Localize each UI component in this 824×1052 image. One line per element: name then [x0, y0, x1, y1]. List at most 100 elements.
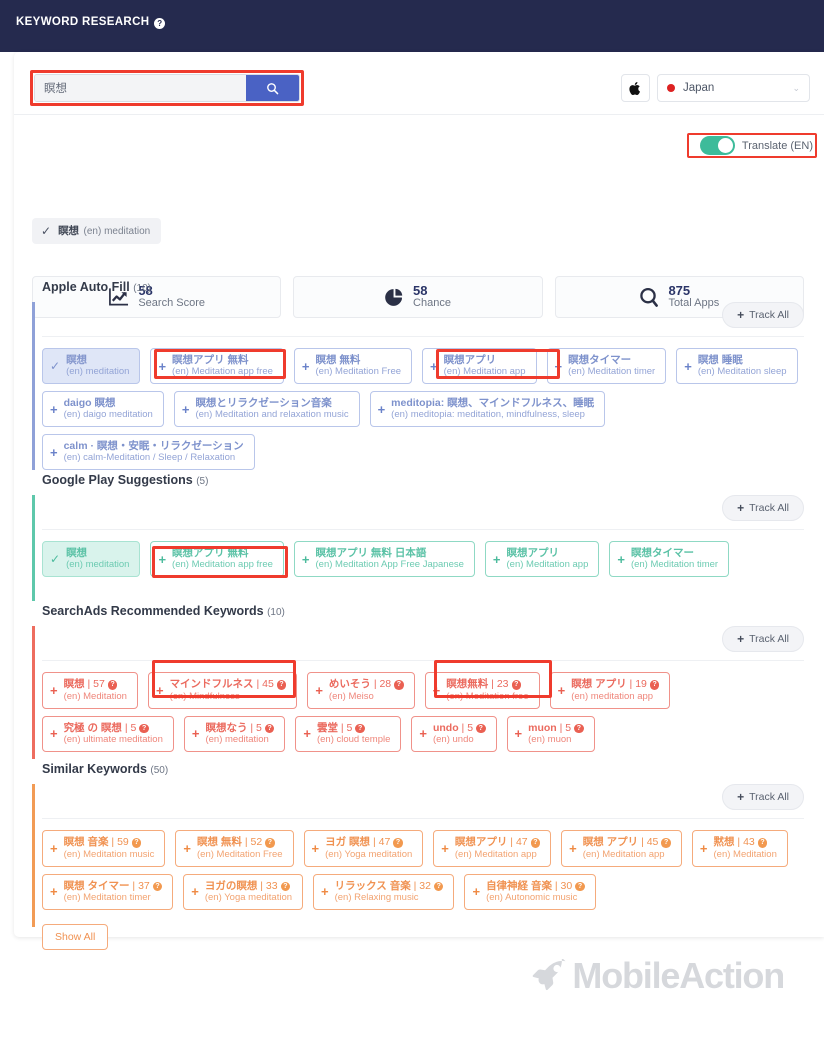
plus-icon: +	[432, 682, 441, 698]
keyword-chip[interactable]: + 瞑想アプリ | 47? (en) Meditation app	[433, 830, 552, 867]
keyword-chip[interactable]: + ヨガ 瞑想 | 47? (en) Yoga meditation	[303, 830, 424, 867]
help-icon[interactable]: ?	[649, 680, 660, 690]
keyword-chip[interactable]: + 瞑想アプリ 無料 (en) Meditation app free	[150, 541, 284, 577]
keyword-chip[interactable]: + 瞑想 タイマー | 37? (en) Meditation timer	[42, 873, 174, 910]
keyword-chip[interactable]: + リラックス 音楽 | 32? (en) Relaxing music	[313, 873, 455, 910]
plus-icon: +	[50, 401, 58, 417]
help-icon[interactable]: ?	[131, 838, 142, 848]
chip-score: | 32	[410, 879, 431, 892]
plus-icon: +	[737, 501, 745, 515]
keyword-chip[interactable]: + calm · 瞑想・安眠・リラクゼーション (en) calm-Medita…	[42, 434, 255, 470]
keyword-chip[interactable]: + 瞑想とリラクゼーション音楽 (en) Meditation and rela…	[173, 391, 360, 427]
keyword-chip[interactable]: + 黙想 | 43? (en) Meditation	[691, 830, 788, 867]
chip-score: | 45	[638, 836, 659, 848]
plus-icon: +	[441, 840, 449, 856]
chip-jp: 黙想	[713, 836, 735, 848]
keyword-chip[interactable]: + meditopia: 瞑想、マインドフルネス、睡眠 (en) meditop…	[369, 391, 606, 427]
keyword-chip[interactable]: + 瞑想タイマー (en) Meditation timer	[546, 348, 667, 384]
chip-en: (en) Meditation free	[446, 690, 529, 702]
keyword-chip[interactable]: + 雲堂 | 5? (en) cloud temple	[295, 715, 402, 752]
show-all-button[interactable]: Show All	[42, 924, 109, 950]
chevron-down-icon: ⌄	[792, 82, 800, 93]
keyword-chip[interactable]: + 瞑想 音楽 | 59? (en) Meditation music	[42, 830, 166, 867]
help-icon[interactable]: ?	[276, 680, 287, 690]
help-icon[interactable]: ?	[393, 838, 403, 848]
keyword-chip[interactable]: ✓ 瞑想 (en) meditation	[42, 541, 141, 577]
keyword-chip[interactable]: + 瞑想なう | 5? (en) meditation	[183, 715, 286, 752]
store-selector-apple[interactable]	[621, 74, 650, 102]
chip-jp: マインドフルネス	[169, 678, 254, 690]
translate-toggle[interactable]	[699, 136, 735, 155]
keyword-chip[interactable]: + 瞑想アプリ 無料 日本語 (en) Meditation App Free …	[293, 541, 475, 577]
help-icon[interactable]: ?	[107, 680, 118, 690]
help-icon[interactable]: ?	[574, 723, 584, 733]
keyword-chip[interactable]: + 瞑想 無料 (en) Meditation Free	[293, 348, 413, 384]
chip-jp-line: 雲堂 | 5?	[317, 722, 390, 735]
keyword-chip[interactable]: + 自律神経 音楽 | 30? (en) Autonomic music	[464, 873, 596, 910]
chip-jp-line: muon | 5?	[528, 722, 584, 735]
help-icon[interactable]: ?	[280, 881, 291, 891]
keyword-chip[interactable]: + 瞑想無料 | 23? (en) Meditation free	[424, 672, 540, 709]
help-icon[interactable]: ?	[355, 723, 365, 733]
keyword-chip[interactable]: + 瞑想 アプリ | 45? (en) Meditation app	[561, 830, 682, 867]
help-icon[interactable]: ?	[757, 838, 768, 848]
chip-jp: 瞑想タイマー	[630, 547, 694, 559]
chip-score: | 47	[507, 836, 528, 848]
chip-en: (en) Meditation and relaxation music	[195, 409, 349, 420]
track-all-button[interactable]: + Track All	[722, 626, 804, 652]
chip-jp-line: リラックス 音楽 | 32?	[335, 880, 444, 893]
keyword-chip[interactable]: + 瞑想 無料 | 52? (en) Meditation Free	[175, 830, 294, 867]
keyword-chip[interactable]: + 瞑想 | 57? (en) Meditation	[42, 672, 138, 709]
track-all-button[interactable]: + Track All	[722, 495, 804, 521]
apple-icon	[629, 81, 641, 95]
keyword-chip[interactable]: + 瞑想アプリ (en) Meditation app	[484, 541, 600, 577]
search-input[interactable]	[35, 75, 246, 101]
help-icon[interactable]: ?	[575, 881, 585, 891]
check-icon: ✓	[50, 551, 61, 566]
keyword-chip[interactable]: ✓ 瞑想 (en) meditation	[42, 348, 141, 384]
plus-icon: +	[191, 884, 199, 900]
chip-score: | 19	[626, 678, 647, 690]
help-icon[interactable]: ?	[139, 723, 149, 733]
chip-en: (en) Yoga meditation	[325, 848, 413, 860]
help-icon[interactable]: ?	[476, 723, 486, 733]
track-all-label: Track All	[749, 791, 789, 803]
help-icon[interactable]: ?	[511, 680, 521, 690]
keyword-chip[interactable]: + undo | 5? (en) undo	[411, 715, 497, 752]
keyword-chip[interactable]: + マインドフルネス | 45? (en) Mindfulness	[147, 672, 298, 709]
help-icon[interactable]: ?	[661, 838, 671, 848]
chip-jp: ヨガ 瞑想	[325, 836, 371, 848]
chip-score: | 47	[370, 836, 391, 848]
chip-jp-line: 瞑想 | 57?	[64, 678, 127, 691]
translate-control: Translate (EN)	[699, 136, 813, 155]
track-all-button[interactable]: + Track All	[722, 784, 804, 810]
keyword-chip[interactable]: + ヨガの瞑想 | 33? (en) Yoga meditation	[183, 873, 304, 910]
keyword-chip[interactable]: + 瞑想タイマー (en) Meditation timer	[609, 541, 730, 577]
keyword-chip[interactable]: + 瞑想 アプリ | 19? (en) meditation app	[549, 672, 671, 709]
chip-score: | 28	[370, 678, 392, 690]
keyword-chip[interactable]: + 究極 の 瞑想 | 5? (en) ultimate meditation	[42, 715, 174, 752]
help-icon[interactable]: ?	[264, 723, 275, 733]
help-icon[interactable]: ?	[530, 838, 541, 848]
chip-jp: 瞑想 アプリ	[571, 678, 627, 690]
chip-en: (en) Meditation	[63, 690, 127, 702]
help-icon[interactable]: ?	[265, 838, 275, 848]
plus-icon: +	[684, 358, 692, 374]
country-selector[interactable]: Japan ⌄	[657, 74, 810, 102]
keyword-chip[interactable]: + muon | 5? (en) muon	[506, 715, 595, 752]
chip-en: (en) Meditation app	[443, 366, 526, 377]
help-icon[interactable]: ?	[433, 881, 444, 891]
help-icon[interactable]: ?	[154, 18, 166, 29]
keyword-chip[interactable]: + 瞑想アプリ 無料 (en) Meditation app free	[150, 348, 284, 384]
plus-icon: +	[569, 840, 577, 856]
keyword-chip[interactable]: + 瞑想 睡眠 (en) Meditation sleep	[676, 348, 798, 384]
keyword-chip[interactable]: + 瞑想アプリ (en) Meditation app	[422, 348, 537, 384]
page-title-text: KEYWORD RESEARCH	[16, 16, 150, 28]
help-icon[interactable]: ?	[152, 881, 163, 891]
search-button[interactable]	[246, 75, 299, 101]
main-keyword-chip[interactable]: ✓ 瞑想 (en) meditation	[32, 218, 162, 244]
help-icon[interactable]: ?	[394, 680, 404, 690]
track-all-button[interactable]: + Track All	[722, 302, 804, 328]
keyword-chip[interactable]: + めいそう | 28? (en) Meiso	[307, 672, 415, 709]
keyword-chip[interactable]: + daigo 瞑想 (en) daigo meditation	[42, 391, 164, 427]
